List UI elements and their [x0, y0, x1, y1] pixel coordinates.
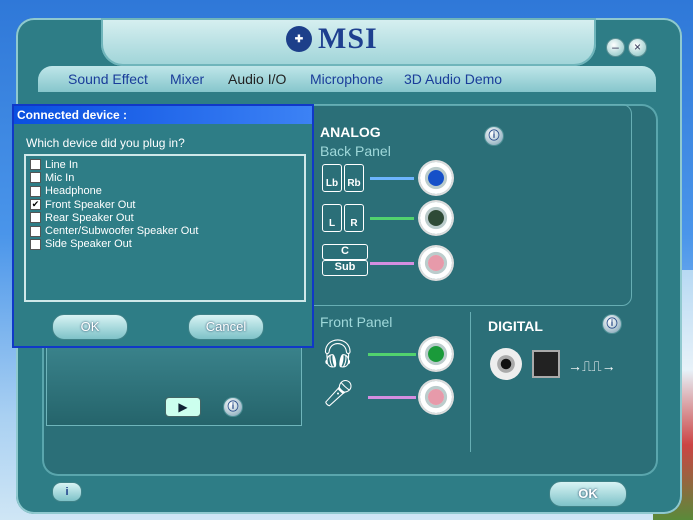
msi-shield-icon: ✚ — [286, 26, 312, 52]
brand-name: MSI — [318, 22, 378, 55]
option-label: Center/Subwoofer Speaker Out — [45, 225, 199, 238]
checkbox[interactable] — [30, 225, 41, 237]
checkbox-checked[interactable]: ✔ — [30, 199, 41, 211]
back-jack1-connector — [370, 177, 414, 180]
option-label: Rear Speaker Out — [45, 211, 134, 224]
microphone-icon: 🎤︎ — [322, 378, 356, 408]
tab-sound-effect[interactable]: Sound Effect — [68, 71, 148, 87]
option-label: Headphone — [45, 185, 102, 198]
optical-jack-icon — [532, 350, 560, 378]
main-ok-button[interactable]: OK — [549, 481, 627, 507]
tab-mixer[interactable]: Mixer — [170, 71, 204, 87]
option-label: Line In — [45, 158, 79, 171]
dialog-cancel-button[interactable]: Cancel — [188, 314, 264, 340]
info-button[interactable]: i — [52, 482, 82, 502]
headphone-icon: 🎧︎ — [320, 338, 356, 369]
digital-signal-icon: →⎍⎍→ — [568, 358, 616, 374]
back-jack3-connector — [370, 262, 414, 265]
connected-device-dialog: Connected device : Which device did you … — [12, 104, 314, 348]
digital-help-icon[interactable]: ⓘ — [602, 314, 622, 334]
digital-title: DIGITAL — [488, 318, 543, 334]
analog-help-icon[interactable]: ⓘ — [484, 126, 504, 146]
option-label: Mic In — [45, 171, 75, 184]
speaker-sub-icon: Sub — [322, 260, 368, 276]
back-panel-jack-pink[interactable] — [420, 247, 452, 279]
speaker-center-icon: C — [322, 244, 368, 260]
speaker-rb-icon: Rb — [344, 164, 364, 192]
option-side-speaker-out[interactable]: Side Speaker Out — [26, 238, 304, 251]
front-panel-jack-green[interactable] — [420, 338, 452, 370]
dialog-question: Which device did you plug in? — [26, 136, 185, 150]
dialog-title: Connected device : — [14, 106, 312, 124]
checkbox[interactable] — [30, 212, 41, 224]
speaker-r-icon: R — [344, 204, 364, 232]
speaker-lb-icon: Lb — [322, 164, 342, 192]
front-panel-label: Front Panel — [320, 314, 393, 330]
msi-logo: ✚ MSI — [286, 24, 378, 54]
front-panel-jack-pink[interactable] — [420, 381, 452, 413]
analog-title: ANALOG — [320, 124, 381, 140]
back-jack2-connector — [370, 217, 414, 220]
tab-bar: Sound Effect Mixer Audio I/O Microphone … — [38, 66, 656, 92]
speaker-help-icon[interactable]: ⓘ — [223, 397, 243, 417]
back-panel-jack-blue[interactable] — [420, 162, 452, 194]
option-line-in[interactable]: Line In — [26, 158, 304, 171]
coaxial-jack-icon — [490, 348, 522, 380]
option-center-subwoofer-out[interactable]: Center/Subwoofer Speaker Out — [26, 224, 304, 237]
tab-microphone[interactable]: Microphone — [310, 71, 383, 87]
back-panel-label: Back Panel — [320, 143, 391, 159]
front-jack2-connector — [368, 396, 416, 399]
checkbox[interactable] — [30, 185, 41, 197]
play-test-button[interactable]: ▶ — [165, 397, 201, 417]
front-jack1-connector — [368, 353, 416, 356]
back-panel-jack-green[interactable] — [420, 202, 452, 234]
device-option-list: Line In Mic In Headphone ✔ Front Speaker … — [24, 154, 306, 302]
option-label: Side Speaker Out — [45, 238, 132, 251]
dialog-ok-button[interactable]: OK — [52, 314, 128, 340]
checkbox[interactable] — [30, 159, 41, 171]
checkbox[interactable] — [30, 172, 41, 184]
checkbox[interactable] — [30, 238, 41, 250]
minimize-button[interactable]: – — [606, 38, 625, 57]
speaker-l-icon: L — [322, 204, 342, 232]
option-label: Front Speaker Out — [45, 198, 136, 211]
option-headphone[interactable]: Headphone — [26, 185, 304, 198]
option-front-speaker-out[interactable]: ✔ Front Speaker Out — [26, 198, 304, 211]
tab-audio-io[interactable]: Audio I/O — [228, 71, 286, 87]
option-mic-in[interactable]: Mic In — [26, 171, 304, 184]
option-rear-speaker-out[interactable]: Rear Speaker Out — [26, 211, 304, 224]
close-button[interactable]: × — [628, 38, 647, 57]
tab-3d-audio-demo[interactable]: 3D Audio Demo — [404, 71, 502, 87]
title-header: ✚ MSI — [101, 18, 596, 66]
